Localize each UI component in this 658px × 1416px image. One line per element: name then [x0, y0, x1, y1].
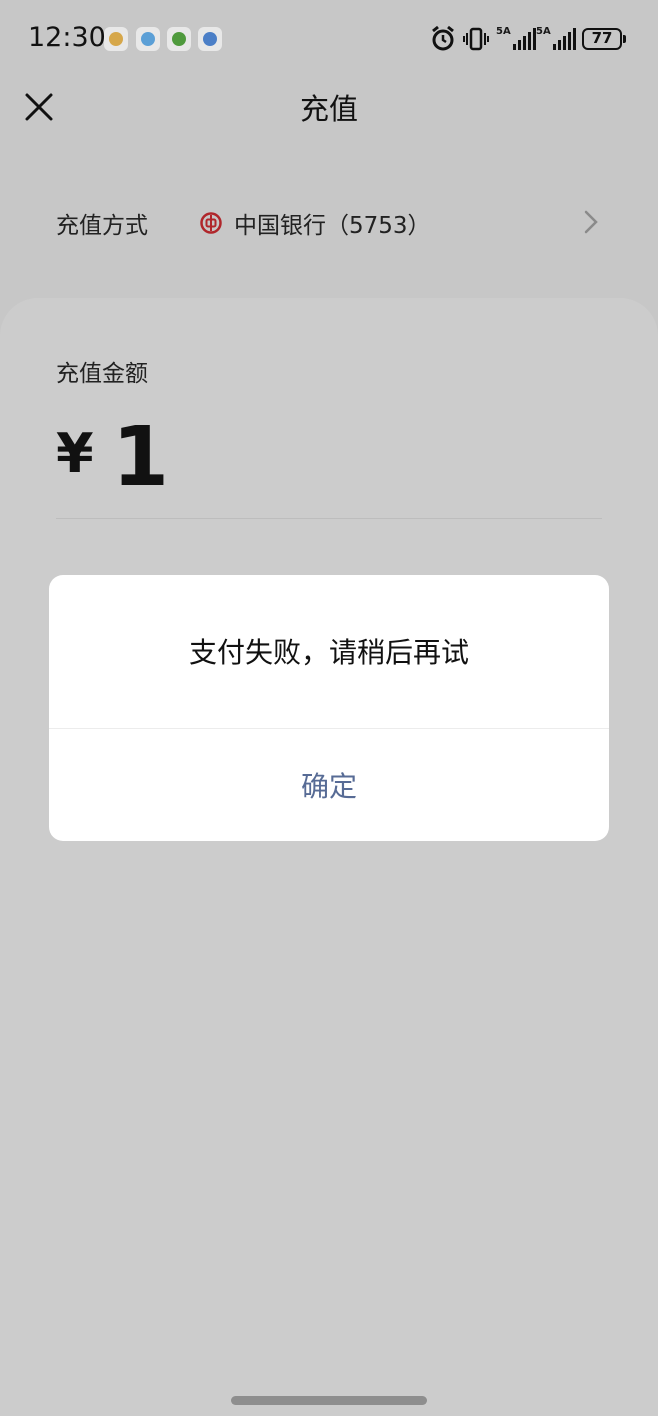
app-notification-icon [198, 27, 222, 51]
payment-failed-dialog: 支付失败，请稍后再试 确定 [49, 575, 609, 841]
battery-tip [623, 35, 626, 43]
amount-card [0, 298, 658, 1416]
confirm-button[interactable]: 确定 [49, 729, 609, 841]
amount-value[interactable]: 1 [112, 410, 169, 505]
recharge-method-label: 充值方式 [56, 213, 148, 239]
home-indicator[interactable] [231, 1396, 427, 1405]
vibrate-icon [463, 27, 489, 51]
bank-of-china-icon [200, 212, 222, 234]
chevron-right-icon[interactable] [582, 208, 600, 236]
app-notification-icon [136, 27, 160, 51]
signal-5g-icon: 5A [496, 24, 536, 54]
page-title: 充值 [299, 92, 358, 126]
app-notification-icon [167, 27, 191, 51]
status-time: 12:30 [28, 22, 106, 53]
currency-symbol: ¥ [56, 422, 94, 485]
dialog-message: 支付失败，请稍后再试 [188, 636, 469, 669]
signal-5g-icon: 5A [536, 24, 576, 54]
amount-label: 充值金额 [56, 361, 148, 387]
status-bar: 12:30 5A 5A 77 [0, 0, 658, 80]
bank-name: 中国银行（5753） [234, 213, 431, 239]
network-type-label: 5A [536, 26, 551, 37]
network-type-label: 5A [496, 26, 511, 37]
amount-divider [56, 518, 602, 519]
battery-indicator: 77 [582, 28, 622, 50]
alarm-icon [432, 25, 454, 51]
app-notification-icon [104, 27, 128, 51]
